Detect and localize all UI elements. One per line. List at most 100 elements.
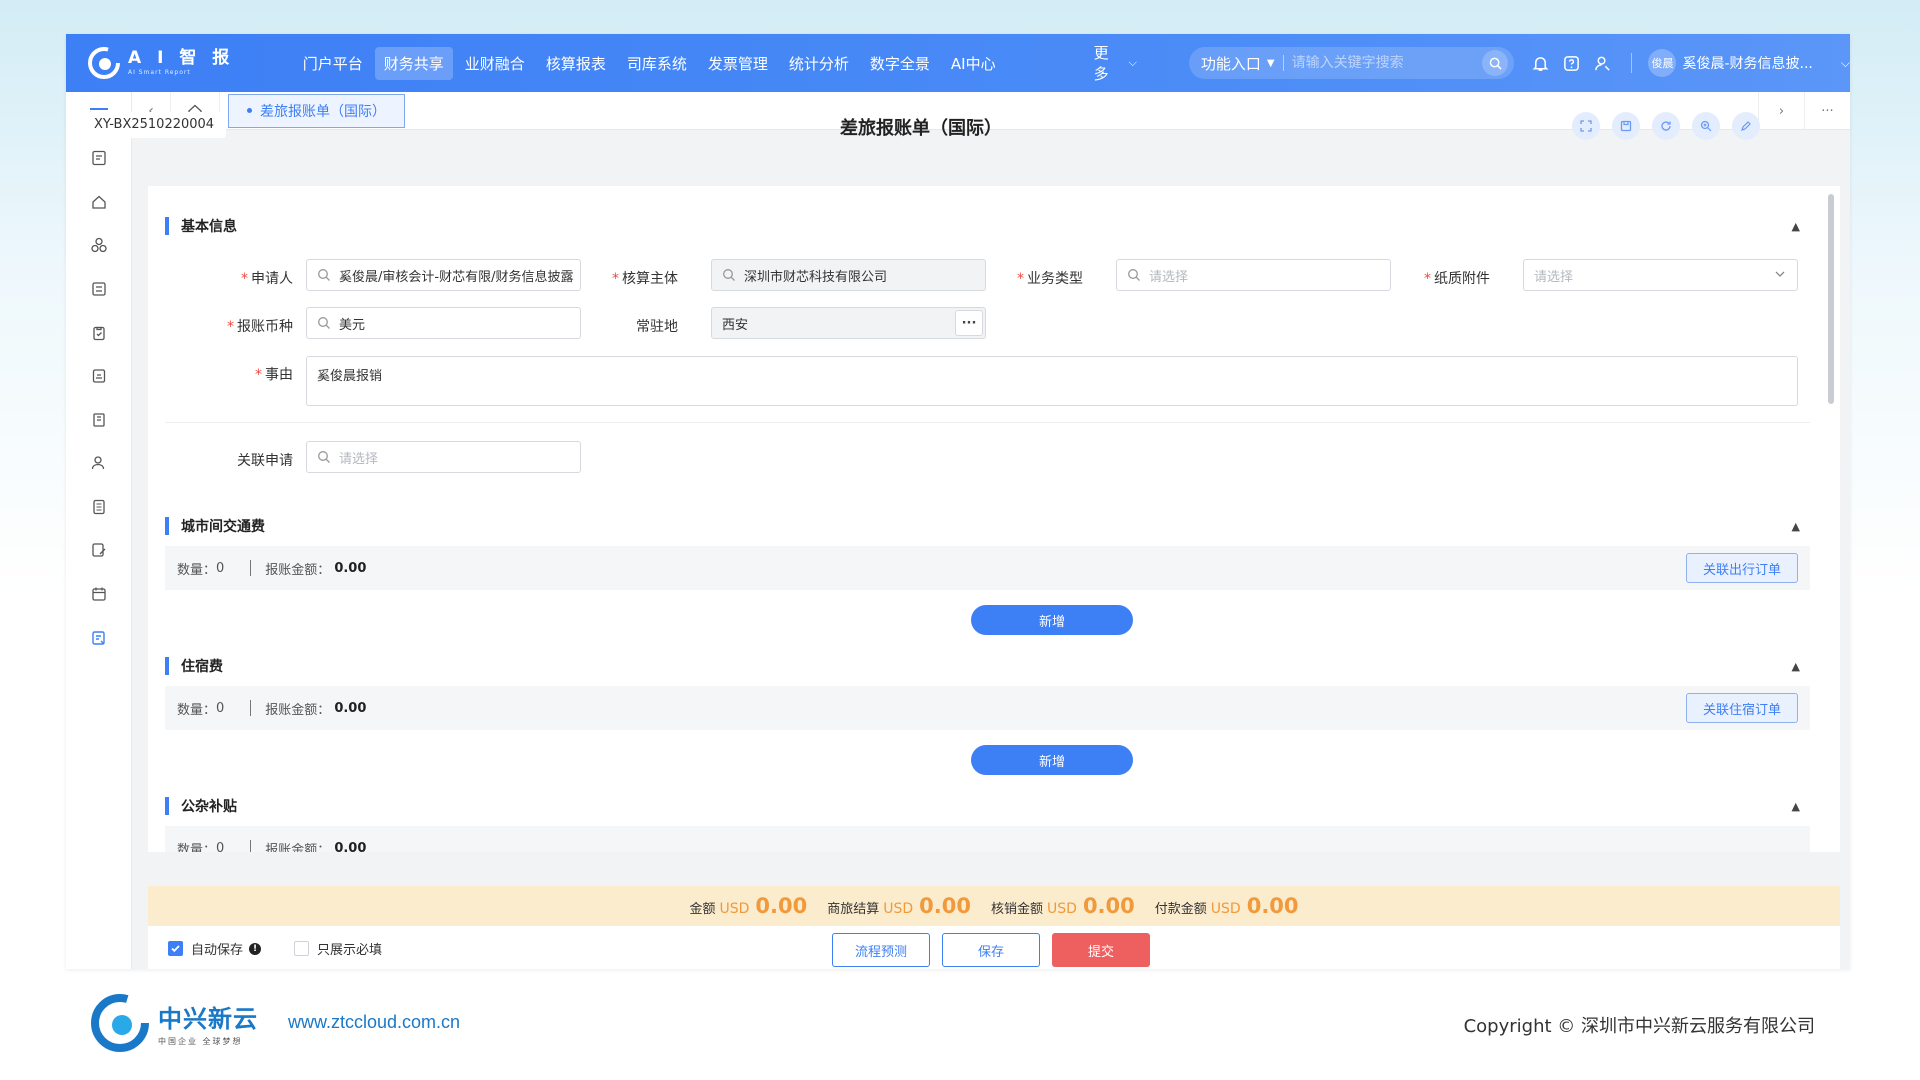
chevron-down-icon: ⌵ — [1128, 56, 1137, 69]
app-logo[interactable]: A I 智 报 AI Smart Report — [88, 47, 264, 79]
edit-icon[interactable] — [1732, 112, 1760, 140]
chevron-right-icon[interactable]: › — [1758, 92, 1804, 130]
amount-label: 报账金额： — [265, 562, 331, 578]
flow-predict-button[interactable]: 流程预测 — [832, 933, 930, 967]
base-value: 西安 — [722, 317, 749, 333]
applicant-field[interactable]: 奚俊晨/审核会计-财芯有限/财务信息披露 — [306, 259, 581, 291]
edit-document-icon[interactable] — [88, 539, 110, 561]
nav-item-business-finance[interactable]: 业财融合 — [456, 47, 534, 80]
website-link[interactable]: www.ztccloud.com.cn — [288, 1012, 460, 1033]
collapse-icon[interactable]: ▲ — [1792, 660, 1800, 673]
link-travel-order-button[interactable]: 关联出行订单 — [1685, 553, 1798, 583]
add-transport-button[interactable]: 新增 — [971, 605, 1133, 635]
nav-item-invoice[interactable]: 发票管理 — [699, 47, 777, 80]
link-hotel-order-button[interactable]: 关联住宿订单 — [1685, 693, 1798, 723]
modules-icon[interactable] — [88, 234, 110, 256]
section-marker — [165, 657, 169, 675]
collapse-icon[interactable]: ▲ — [1792, 220, 1800, 233]
fullscreen-icon[interactable] — [1572, 112, 1600, 140]
function-entry-dropdown[interactable]: 功能入口 — [1201, 53, 1261, 74]
autosave-checkbox[interactable]: 自动保存 ! — [168, 939, 262, 958]
form-card: 基本信息 ▲ * 申请人 奚俊晨/审核会计-财芯有限/财务信息披露 * 核算主体 深… — [148, 186, 1840, 852]
reason-label: * 事由 — [255, 367, 293, 383]
main-menu: 门户平台 财务共享 业财融合 核算报表 司库系统 发票管理 统计分析 数字全景 … — [294, 46, 1008, 80]
calendar-icon[interactable] — [88, 583, 110, 605]
book-icon[interactable] — [88, 409, 110, 431]
nav-item-statistics[interactable]: 统计分析 — [780, 47, 858, 80]
bell-icon[interactable] — [1530, 53, 1550, 73]
save-draft-icon[interactable] — [1612, 112, 1640, 140]
more-menu[interactable]: 更多 ⌵ — [1094, 42, 1137, 84]
people-icon[interactable] — [88, 452, 110, 474]
nav-item-treasury[interactable]: 司库系统 — [618, 47, 696, 80]
biz-type-field[interactable]: 请选择 — [1116, 259, 1391, 291]
submit-button[interactable]: 提交 — [1052, 933, 1150, 967]
autosave-label: 自动保存 — [191, 943, 244, 958]
divider — [250, 560, 252, 576]
home-icon[interactable] — [88, 191, 110, 213]
search-icon — [723, 269, 735, 281]
section-basic-info: 基本信息 — [165, 216, 237, 236]
more-tabs-icon[interactable]: ··· — [1804, 92, 1850, 130]
checkbox-checked-icon — [168, 941, 183, 956]
section-title: 公杂补贴 — [181, 799, 237, 815]
page-title: 差旅报账单（国际） — [840, 118, 1002, 139]
required-only-checkbox[interactable]: 只展示必填 — [294, 939, 382, 958]
info-icon[interactable]: ! — [249, 942, 262, 955]
user-menu[interactable]: 俊晨 奚俊晨-财务信息披... ⌵ — [1648, 49, 1850, 77]
entity-label: * 核算主体 — [612, 271, 678, 287]
footer-logo: 中兴新云 中国企业 全球梦想 — [90, 994, 258, 1052]
ledger-icon[interactable] — [88, 278, 110, 300]
travel-expense-icon[interactable] — [88, 627, 110, 649]
nav-item-ai-center[interactable]: AI中心 — [942, 47, 1005, 80]
user-settings-icon[interactable] — [1592, 53, 1612, 73]
currency-label: * 报账币种 — [227, 319, 293, 335]
document-icon[interactable] — [88, 147, 110, 169]
nav-item-digital-panorama[interactable]: 数字全景 — [861, 47, 939, 80]
add-accommodation-button[interactable]: 新增 — [971, 745, 1133, 775]
help-icon[interactable] — [1561, 53, 1581, 73]
section-title: 住宿费 — [181, 659, 223, 675]
total-travel-settlement: 商旅结算 USD 0.00 — [827, 894, 971, 918]
currency-field[interactable]: 美元 — [306, 307, 581, 339]
paper-attachment-select[interactable]: 请选择 — [1523, 259, 1798, 291]
logo-icon — [88, 47, 120, 79]
report-icon[interactable] — [88, 365, 110, 387]
clipboard-icon[interactable] — [88, 322, 110, 344]
collapse-icon[interactable]: ▲ — [1792, 520, 1800, 533]
zoom-icon[interactable] — [1692, 112, 1720, 140]
more-options-icon[interactable]: ··· — [955, 310, 983, 336]
biz-type-label: * 业务类型 — [1017, 271, 1083, 287]
applicant-label: * 申请人 — [241, 271, 293, 287]
nav-item-finance-shared[interactable]: 财务共享 — [374, 46, 453, 80]
reason-textarea[interactable]: 奚俊晨报销 — [306, 356, 1798, 406]
collapse-icon[interactable]: ▲ — [1792, 800, 1800, 813]
search-icon — [1128, 269, 1140, 281]
search-icon[interactable] — [1482, 50, 1509, 76]
total-amount: 金额 USD 0.00 — [689, 894, 808, 918]
paper-placeholder: 请选择 — [1534, 269, 1574, 285]
nav-item-portal[interactable]: 门户平台 — [294, 47, 372, 80]
nav-item-accounting-reports[interactable]: 核算报表 — [537, 47, 615, 80]
action-bar: 自动保存 ! 只展示必填 流程预测 保存 提交 — [148, 926, 1840, 969]
save-button[interactable]: 保存 — [942, 933, 1040, 967]
entity-field[interactable]: 深圳市财芯科技有限公司 — [711, 259, 986, 291]
related-application-label: 关联申请 — [237, 453, 293, 469]
section-summary: 数量： 0 报账金额： 0.00 关联住宿订单 — [165, 686, 1810, 730]
reason-value: 奚俊晨报销 — [317, 369, 383, 384]
refresh-icon[interactable] — [1652, 112, 1680, 140]
search-icon — [318, 317, 330, 329]
search-input[interactable] — [1283, 55, 1483, 71]
divider — [250, 700, 252, 716]
section-allowance: 公杂补贴 — [165, 796, 237, 816]
count-value: 0 — [216, 700, 225, 716]
base-label: 常驻地 — [636, 319, 678, 335]
brand-slogan: 中国企业 全球梦想 — [158, 1037, 243, 1046]
divider — [165, 422, 1810, 423]
list-icon[interactable] — [88, 496, 110, 518]
scrollbar[interactable] — [1828, 194, 1834, 404]
base-field[interactable]: 西安 ··· — [711, 307, 986, 339]
related-application-field[interactable]: 请选择 — [306, 441, 581, 473]
applicant-value: 奚俊晨/审核会计-财芯有限/财务信息披露 — [339, 269, 574, 285]
more-label: 更多 — [1093, 44, 1109, 83]
